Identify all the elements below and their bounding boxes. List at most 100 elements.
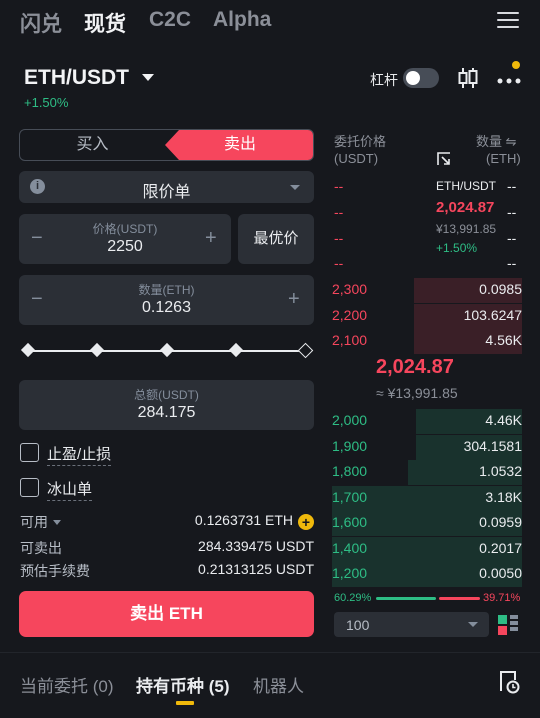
buy-ratio-bar [376,597,436,600]
tab-holdings[interactable]: 持有币种 (5) [136,672,230,697]
bid-price: 1,800 [332,463,368,479]
price-input[interactable]: 2250 [19,238,231,256]
ob-empty-qty: -- [507,178,517,194]
price-plus-button[interactable]: + [205,228,217,248]
ob-price-header: 委托价格 [334,134,387,149]
iceberg-checkbox[interactable] [20,478,39,497]
bid-row[interactable]: 1,900 304.1581 [332,434,522,460]
ask-qty: 4.56K [485,332,522,348]
tab-bots[interactable]: 机器人 [253,672,304,697]
slider-stop-100[interactable] [297,342,314,359]
bid-price: 1,700 [332,488,368,505]
slider-stop-50[interactable] [159,342,175,358]
sell-tab[interactable]: 卖出 [165,130,313,160]
sell-eth-button[interactable]: 卖出 ETH [19,591,314,637]
sell-ratio: 39.71% [483,592,521,604]
ob-empty-qty: -- [507,230,517,246]
slider-stop-25[interactable] [89,342,105,358]
tab-swap[interactable]: 闪兑 [20,8,62,38]
fee-value: 0.21313125 USDT [198,561,314,577]
swap-icon[interactable]: ⇋ [506,134,517,149]
pair-selector[interactable]: ETH/USDT [24,66,129,90]
buy-sell-switch: 买入 卖出 [19,129,314,161]
history-icon[interactable] [498,670,520,694]
ask-row[interactable]: 2,300 0.0985 [332,278,522,303]
amount-input[interactable]: 0.1263 [19,299,314,317]
bid-qty: 0.2017 [479,539,522,556]
bid-price: 1,900 [332,437,368,454]
sell-ratio-bar [439,597,480,600]
available-row: 可用 0.1263731 ETH + [20,512,314,532]
bid-price: 2,000 [332,412,368,428]
best-price-button[interactable]: 最优价 [238,214,314,264]
bid-qty: 0.0050 [479,565,522,581]
price-label: 价格(USDT) [92,222,158,236]
bid-row[interactable]: 1,800 1.0532 [332,460,522,485]
tab-alpha[interactable]: Alpha [213,8,271,32]
bid-qty: 304.1581 [463,437,522,454]
caret-down-icon [53,520,61,525]
order-type-value: 限价单 [142,184,191,201]
total-field[interactable]: 总额(USDT) 284.175 [19,380,314,430]
ob-empty-qty: -- [507,204,517,220]
caret-down-icon[interactable] [142,74,154,81]
divider [0,652,540,653]
ask-price: 2,200 [332,306,368,323]
bid-row[interactable]: 1,200 0.0050 [332,562,522,587]
bid-price: 1,200 [332,565,368,581]
slider-stop-75[interactable] [228,342,244,358]
buy-tab[interactable]: 买入 [20,130,165,160]
top-nav: 闪兑 现货 C2C Alpha [0,0,540,44]
leverage-label: 杠杆 [370,72,398,88]
price-field[interactable]: − 价格(USDT) 2250 + [19,214,231,264]
ob-empty-price: -- [334,255,344,271]
layout-icon[interactable] [497,614,519,636]
amount-field[interactable]: − 数量(ETH) 0.1263 + [19,275,314,325]
tp-sl-label[interactable]: 止盈/止损 [47,443,112,466]
tp-sl-checkbox[interactable] [20,443,39,462]
caret-down-icon [468,622,478,627]
more-icon[interactable] [497,69,521,89]
slider-stop-0[interactable] [20,342,36,358]
fee-label: 预估手续费 [20,563,90,579]
total-input[interactable]: 284.175 [19,404,314,422]
sellable-label: 可卖出 [20,540,62,556]
ticker-pair: ETH/USDT [436,179,496,193]
amount-plus-button[interactable]: + [288,289,300,309]
bid-qty: 0.0959 [479,514,522,530]
ob-empty-price: -- [334,204,344,220]
chart-link-icon[interactable] [437,152,451,166]
caret-down-icon [290,185,300,190]
bid-row[interactable]: 2,000 4.46K [332,409,522,434]
leverage-toggle[interactable] [403,68,439,88]
order-type-select[interactable]: i 限价单 [19,171,314,203]
tab-c2c[interactable]: C2C [149,8,191,32]
total-label: 总额(USDT) [134,388,199,402]
bid-row[interactable]: 1,600 0.0959 [332,511,522,536]
depth-value: 100 [346,617,370,633]
plus-circle-icon[interactable]: + [298,514,314,530]
iceberg-label[interactable]: 冰山单 [47,478,93,501]
ask-qty: 0.0985 [479,281,522,297]
tab-spot[interactable]: 现货 [84,8,126,38]
ask-qty: 103.6247 [463,306,522,323]
bid-row[interactable]: 1,400 0.2017 [332,536,522,562]
bid-row[interactable]: 1,700 3.18K [332,485,522,511]
candlestick-icon[interactable] [458,66,478,90]
ask-row[interactable]: 2,100 4.56K [332,329,522,354]
ask-row[interactable]: 2,200 103.6247 [332,303,522,329]
bid-qty: 3.18K [485,488,522,505]
ob-qty-unit: (ETH) [486,151,521,166]
available-value: 0.1263731 ETH + [195,512,314,530]
ob-empty-price: -- [334,230,344,246]
tab-open-orders[interactable]: 当前委托 (0) [20,672,114,697]
ticker-cny: ¥13,991.85 [436,222,497,236]
depth-select[interactable]: 100 [334,612,489,637]
available-label[interactable]: 可用 [20,512,61,532]
ticker-change: +1.50% [436,241,478,255]
menu-icon[interactable] [497,12,519,30]
ob-qty-header[interactable]: 数量 ⇋ [476,131,517,150]
buy-ratio: 60.29% [334,592,372,604]
fee-row: 预估手续费 0.21313125 USDT [20,561,314,581]
amount-label: 数量(ETH) [138,283,195,297]
